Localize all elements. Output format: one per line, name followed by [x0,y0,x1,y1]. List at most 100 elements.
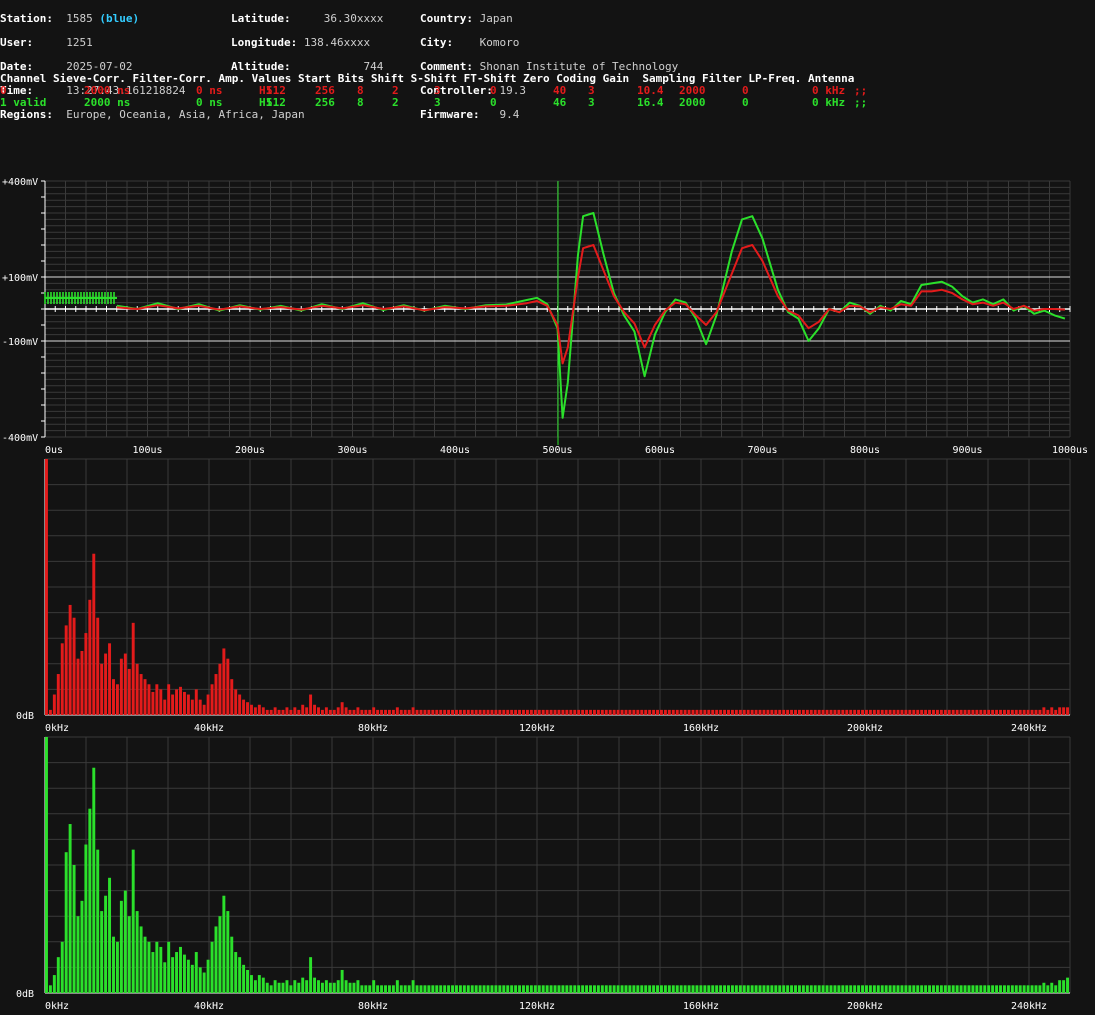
spectrum-bar [305,707,309,715]
spectrum-bar [115,684,119,715]
spectrum-bar [884,709,888,715]
spectrum-bar [112,936,115,993]
spectrum-bar [541,985,545,993]
spectrum-bar [829,985,833,993]
spectrum-bar [1054,709,1058,715]
spectrum-bar [182,954,186,993]
spectrum-bar [297,982,301,993]
spectrum-x-label: 200kHz [847,1001,883,1012]
spectrum-bar [222,648,226,715]
spectrum-bar [1050,982,1054,993]
spectrum-bar [951,709,955,715]
spectrum-bar [277,982,281,993]
spectrum-bar [324,707,328,715]
spectrum-bar [872,709,876,715]
spectrum-bar [411,980,415,993]
spectrum-bar [868,985,872,993]
spectrum-bar [557,985,561,993]
spectrum-bar [896,709,900,715]
spectrum-bar [652,985,656,993]
spectrum-bar [983,709,987,715]
spectrum-bar [159,689,163,715]
spectrum-bar [983,985,987,993]
spectrum-bar [707,709,711,715]
spectrum-bar [115,941,119,993]
spectrum-bar [624,709,628,715]
spectrum-bar [171,694,175,715]
spectrum-bar [845,985,849,993]
spectrum-bar [699,709,703,715]
spectrum-bar [770,985,774,993]
spectrum-bar [967,985,971,993]
spectrum-bar [250,975,253,993]
spectrum-bar [368,985,372,993]
spectrum-bar [265,982,269,993]
spectrum-bar [865,709,868,715]
spectrum-bar [660,709,663,715]
spectrum-bar [108,877,112,993]
spectrum-bar [242,699,246,715]
spectrum-bar [604,709,608,715]
spectrum-bar [458,709,462,715]
spectrum-bar [577,985,581,993]
spectrum-bar [60,941,64,993]
spectrum-bar [474,985,478,993]
spectrum-bar [522,985,525,993]
spectrum-bar [155,941,159,993]
spectrum-bar [502,709,506,715]
spectrum-bar [679,709,683,715]
spectrum-bar [131,849,135,993]
spectrum-bar [100,663,104,715]
spectrum-bar [190,699,194,715]
spectrum-bar [301,704,305,715]
spectrum-bar [999,709,1002,715]
spectrum-bar [687,709,691,715]
spectrum-bar [210,684,214,715]
spectrum-bar [143,936,147,993]
spectrum-bar [632,709,636,715]
spectrum-bar [801,709,805,715]
spectrum-bar [510,709,514,715]
spectrum-bar [336,707,340,715]
spectrum-bar [1062,707,1066,715]
spectrum-bar [100,911,104,993]
spectrum-bar [896,985,900,993]
spectrum-bar [813,985,817,993]
spectrum-bar [443,709,447,715]
spectrum-bar [76,916,80,993]
spectrum-bar [738,709,742,715]
spectrum-bar [265,709,269,715]
spectrum-bar [975,709,979,715]
spectrum-bar [999,985,1002,993]
spectrum-bar [660,985,663,993]
spectrum-bar [48,985,52,993]
spectrum-bar [955,709,959,715]
spectrum-bar [644,985,648,993]
spectrum-bar [186,959,190,993]
spectrum-bar [194,952,198,993]
spectrum-bar [297,709,301,715]
spectrum-bar [652,709,656,715]
spectrum-bar [376,709,380,715]
spectrum-bar [427,709,431,715]
spectrum-bar [1034,985,1038,993]
spectrum-bar [328,982,332,993]
spectrum-bar [447,985,451,993]
spectrum-bar [786,709,790,715]
spectrum-bar [1066,977,1069,993]
spectrum-bar [1010,709,1014,715]
spectrum-bar [88,599,92,715]
spectrum-bar [84,633,88,715]
spectrum-bar [1018,985,1022,993]
spectrum-bar [72,865,76,993]
spectrum-bar [888,985,892,993]
spectrum-bar [537,985,541,993]
spectrum-bar [1002,709,1006,715]
spectrum-bar [1042,982,1046,993]
spectrum-bar [88,808,92,993]
spectrum-bar [671,985,675,993]
spectrum-bar [159,946,163,993]
x-tick-label: 300us [337,445,367,456]
spectrum-bar [238,957,242,993]
spectrum-bar [387,709,391,715]
